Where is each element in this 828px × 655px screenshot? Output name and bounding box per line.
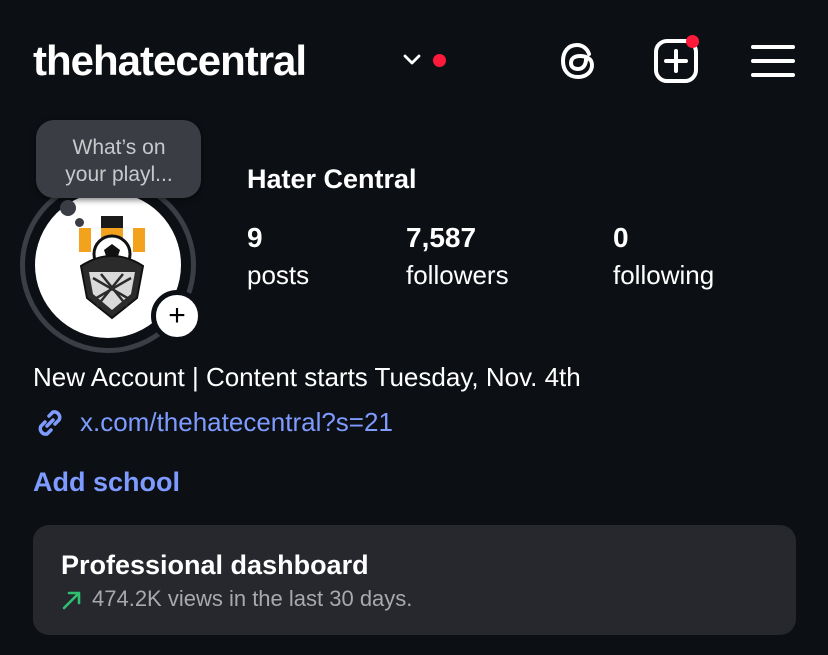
posts-count[interactable]: 9 [247,222,263,254]
followers-label[interactable]: followers [406,260,509,291]
following-label[interactable]: following [613,260,714,291]
threads-icon[interactable] [556,38,602,84]
professional-dashboard-card[interactable]: Professional dashboard 474.2K views in t… [33,525,796,635]
create-notification-dot [686,35,699,48]
note-text: What’s on your playl... [65,136,173,186]
plus-icon: + [168,299,186,332]
display-name: Hater Central [247,164,417,194]
following-count[interactable]: 0 [613,222,629,254]
menu-icon[interactable] [750,38,796,84]
add-school-button[interactable]: Add school [33,467,180,498]
note-bubble[interactable]: What’s on your playl... [36,120,201,198]
bio-link[interactable]: x.com/thehatecentral?s=21 [80,407,393,438]
dashboard-views-summary: 474.2K views in the last 30 days. [92,586,413,611]
dashboard-title: Professional dashboard [61,550,369,580]
note-bubble-tail-dot [75,218,84,227]
username-title[interactable]: thehatecentral [33,36,307,86]
bio-text: New Account | Content starts Tuesday, No… [33,362,581,392]
notification-dot [433,54,446,67]
note-bubble-tail [60,200,76,216]
trend-up-arrow-icon [62,591,81,610]
followers-count[interactable]: 7,587 [406,222,476,254]
posts-label[interactable]: posts [247,260,309,291]
link-icon [38,410,62,436]
profile-header: thehatecentral [0,0,828,120]
chevron-down-icon[interactable] [401,52,423,68]
add-story-button[interactable]: + [151,290,203,342]
